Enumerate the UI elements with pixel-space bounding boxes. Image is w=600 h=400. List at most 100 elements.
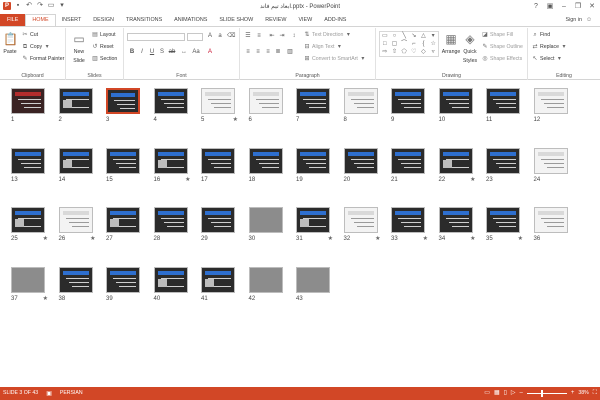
slide-thumbnail[interactable]: 8 xyxy=(343,88,378,123)
animation-star-icon[interactable]: ★ xyxy=(185,176,190,183)
slide-thumbnail[interactable]: 41 xyxy=(201,266,235,302)
slide-thumbnail[interactable]: 17 xyxy=(201,147,235,183)
slide-thumbnail[interactable]: 5 ★ xyxy=(201,88,238,123)
sign-in-link[interactable]: Sign in xyxy=(566,17,582,23)
proofing-icon[interactable]: ▣ xyxy=(46,390,52,398)
animation-star-icon[interactable]: ★ xyxy=(90,235,95,242)
line-spacing-icon[interactable]: ↕ xyxy=(290,33,298,40)
slide-preview[interactable] xyxy=(106,88,140,114)
star-shape-icon[interactable]: ☆ xyxy=(428,40,438,48)
align-right-icon[interactable]: ≡ xyxy=(264,49,272,56)
slide-thumbnail[interactable]: 10 xyxy=(438,88,473,123)
minimize-button[interactable]: – xyxy=(558,1,570,12)
slide-thumbnail[interactable]: 40 xyxy=(153,266,188,302)
slide-thumbnail[interactable]: 4 xyxy=(153,88,188,123)
tab-animations[interactable]: ANIMATIONS xyxy=(168,14,213,26)
align-center-icon[interactable]: ≡ xyxy=(254,49,262,56)
tab-review[interactable]: REVIEW xyxy=(259,14,292,26)
reading-view-icon[interactable]: ▯ xyxy=(504,389,507,397)
slide-preview[interactable] xyxy=(248,88,283,114)
slide-thumbnail[interactable]: 11 xyxy=(486,88,520,123)
slide-thumbnail[interactable]: 7 xyxy=(296,88,330,123)
slide-thumbnail[interactable]: 27 xyxy=(106,207,140,242)
section-button[interactable]: ▥ Section xyxy=(92,56,117,62)
shape-effects-button[interactable]: ◎ Shape Effects xyxy=(482,56,522,62)
shrink-font-icon[interactable]: a xyxy=(216,33,224,40)
slide-preview[interactable] xyxy=(486,88,520,114)
slide-thumbnail[interactable]: 42 xyxy=(248,266,283,302)
text-direction-button[interactable]: ⇅ Text Direction ▾ xyxy=(304,32,351,38)
callout-shape-icon[interactable]: ◇ xyxy=(419,48,429,56)
right-arrow-shape-icon[interactable]: ⇨ xyxy=(380,48,390,56)
slide-preview[interactable] xyxy=(201,147,235,174)
slide-thumbnail[interactable]: 28 xyxy=(153,207,188,242)
arrow-shape-icon[interactable]: ↘ xyxy=(409,32,419,40)
align-text-button[interactable]: ⊟ Align Text ▾ xyxy=(304,44,342,50)
tab-design[interactable]: DESIGN xyxy=(87,14,120,26)
quick-styles-button[interactable]: ◈ Quick Styles xyxy=(462,32,478,65)
slide-preview[interactable] xyxy=(438,88,473,114)
slide-preview[interactable] xyxy=(153,266,188,293)
zoom-level[interactable]: 38% xyxy=(578,390,588,396)
slide-thumbnail[interactable]: 24 xyxy=(533,147,568,183)
triangle-shape-icon[interactable]: △ xyxy=(419,32,429,40)
slide-preview[interactable] xyxy=(201,88,235,114)
user-avatar-icon[interactable]: ☺ xyxy=(586,17,592,23)
slide-preview[interactable] xyxy=(153,207,188,233)
pentagon-shape-icon[interactable]: ⬠ xyxy=(399,48,409,56)
font-color-icon[interactable]: A xyxy=(206,49,214,56)
select-button[interactable]: ↖ Select ▾ xyxy=(532,56,562,62)
slide-sorter-view-icon[interactable]: ▦ xyxy=(494,389,500,397)
animation-star-icon[interactable]: ★ xyxy=(470,235,475,242)
slide-preview[interactable] xyxy=(533,207,568,233)
character-spacing-icon[interactable]: ↔ xyxy=(180,49,188,56)
slide-thumbnail[interactable]: 32 ★ xyxy=(343,207,381,242)
slide-preview[interactable] xyxy=(486,147,520,174)
oval-shape-icon[interactable]: ○ xyxy=(390,32,400,40)
slide-preview[interactable] xyxy=(106,266,140,293)
slide-thumbnail[interactable]: 12 xyxy=(533,88,568,123)
heart-shape-icon[interactable]: ♡ xyxy=(409,48,419,56)
replace-button[interactable]: ⇄ Replace ▾ xyxy=(532,44,567,50)
slide-preview[interactable] xyxy=(153,88,188,114)
more-shapes-icon[interactable]: ▾ xyxy=(428,32,438,40)
slide-preview[interactable] xyxy=(11,266,45,293)
slide-preview[interactable] xyxy=(343,147,378,174)
clear-formatting-icon[interactable]: ⌫ xyxy=(227,33,235,40)
slideshow-view-icon[interactable]: ▷ xyxy=(511,389,516,397)
slide-thumbnail[interactable]: 16 ★ xyxy=(153,147,191,183)
normal-view-icon[interactable]: ▭ xyxy=(484,389,490,397)
slide-thumbnail[interactable]: 35 ★ xyxy=(486,207,523,242)
shapes-gallery[interactable]: ▭ ○ ╲ ↘ △ ▾ □ ▢ ⌒ ⌐ { ☆ ⇨ ⇧ ⬠ ♡ ◇ ▿ xyxy=(379,31,439,57)
restore-button[interactable]: ❐ xyxy=(572,1,584,12)
slide-thumbnail[interactable]: 34 ★ xyxy=(438,207,476,242)
slide-preview[interactable] xyxy=(58,207,93,233)
curve-shape-icon[interactable]: ⌒ xyxy=(399,40,409,48)
slide-preview[interactable] xyxy=(486,207,520,233)
slide-thumbnail[interactable]: 6 xyxy=(248,88,283,123)
slide-thumbnail[interactable]: 19 xyxy=(296,147,330,183)
format-painter-button[interactable]: ✎ Format Painter xyxy=(22,56,64,62)
columns-icon[interactable]: ▥ xyxy=(286,49,294,56)
rectangle-shape-icon[interactable]: ▭ xyxy=(380,32,390,40)
slide-preview[interactable] xyxy=(248,147,283,174)
language-indicator[interactable]: PERSIAN xyxy=(60,390,83,398)
slide-preview[interactable] xyxy=(106,147,140,174)
animation-star-icon[interactable]: ★ xyxy=(375,235,380,242)
slide-thumbnail[interactable]: 30 xyxy=(248,207,283,242)
shape-outline-button[interactable]: ✎ Shape Outline xyxy=(482,44,522,50)
arrange-button[interactable]: ▦ Arrange xyxy=(442,32,460,55)
tab-file[interactable]: FILE xyxy=(0,14,26,26)
align-left-icon[interactable]: ≡ xyxy=(244,49,252,56)
increase-indent-icon[interactable]: ⇥ xyxy=(278,33,286,40)
paste-button[interactable]: 📋 Paste xyxy=(3,32,18,55)
slide-thumbnail[interactable]: 29 xyxy=(201,207,235,242)
animation-star-icon[interactable]: ★ xyxy=(43,295,48,302)
slide-preview[interactable] xyxy=(11,147,45,174)
convert-smartart-button[interactable]: ⊞ Convert to SmartArt ▾ xyxy=(304,56,366,62)
tab-home[interactable]: HOME xyxy=(25,14,56,26)
slide-preview[interactable] xyxy=(343,207,378,233)
decrease-indent-icon[interactable]: ⇤ xyxy=(268,33,276,40)
slide-thumbnail[interactable]: 38 xyxy=(58,266,93,302)
slide-preview[interactable] xyxy=(438,147,473,174)
